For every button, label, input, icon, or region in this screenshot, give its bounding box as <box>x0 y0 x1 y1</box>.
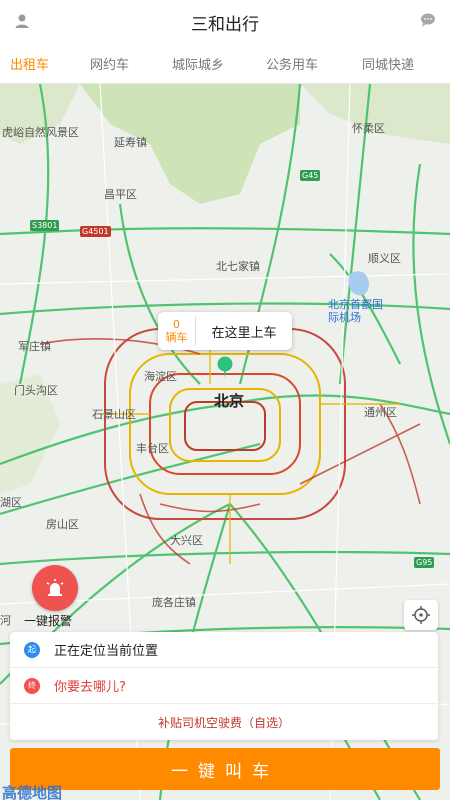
map-label-mentougou: 门头沟区 <box>14 384 58 397</box>
map-label-pangge: 庞各庄镇 <box>152 596 196 609</box>
road-badge-g45: G45 <box>300 170 321 181</box>
map-label-fangshan: 房山区 <box>46 518 79 531</box>
end-badge: 终 <box>24 677 40 694</box>
alarm-button[interactable] <box>32 565 78 611</box>
car-count-number: 0 <box>173 318 180 331</box>
location-pin-icon <box>217 356 233 378</box>
alarm-label[interactable]: 一键报警 <box>24 612 72 629</box>
car-count: 0 辆车 <box>158 317 196 345</box>
car-count-unit: 辆车 <box>165 331 188 344</box>
map-label-fengtai: 丰台区 <box>136 442 169 455</box>
user-icon[interactable] <box>14 13 30 29</box>
start-location-row[interactable]: 起 正在定位当前位置 <box>10 632 438 668</box>
pickup-bubble[interactable]: 0 辆车 在这里上车 <box>158 312 292 350</box>
destination-row[interactable]: 终 你要去哪儿? <box>10 668 438 704</box>
road-badge-g4501: G4501 <box>80 226 111 237</box>
route-card: 起 正在定位当前位置 终 你要去哪儿? 补贴司机空驶费（自选） <box>10 632 438 740</box>
pickup-here-label[interactable]: 在这里上车 <box>196 322 292 341</box>
map-label-haidian: 海淀区 <box>144 370 177 383</box>
call-taxi-button[interactable]: 一键叫车 <box>10 748 440 790</box>
tab-ride-hailing[interactable]: 网约车 <box>90 54 129 73</box>
tab-city-express[interactable]: 同城快递 <box>362 54 414 73</box>
chat-icon[interactable] <box>420 12 436 28</box>
map-label-tongzhou: 通州区 <box>364 406 397 419</box>
start-badge: 起 <box>24 641 40 658</box>
map-label-wangzhuang: 军庄镇 <box>18 340 51 353</box>
destination-text: 你要去哪儿? <box>54 680 126 695</box>
map-label-beijing: 北京 <box>214 392 245 410</box>
road-badge-s3801: S3801 <box>30 220 60 231</box>
map-label-beiqijia: 北七家镇 <box>216 260 260 273</box>
map-label-yanshou: 延寿镇 <box>114 136 147 149</box>
start-location-text: 正在定位当前位置 <box>54 644 159 659</box>
locate-button[interactable] <box>404 600 438 630</box>
alarm-icon <box>46 579 64 596</box>
tab-intercity[interactable]: 城际城乡 <box>172 54 224 73</box>
page-title: 三和出行 <box>191 14 259 35</box>
map-label-huyu: 虎峪自然风景区 <box>2 126 79 139</box>
tab-taxi[interactable]: 出租车 <box>10 54 49 73</box>
map-label-daxing: 大兴区 <box>170 534 203 547</box>
amap-logo: 高德地图 <box>2 784 63 800</box>
map-label-airport: 北京首都国际机场 <box>328 298 383 324</box>
service-tabs: 出租车 网约车 城际城乡 公务用车 同城快递 <box>0 44 450 84</box>
map-label-huairou: 怀柔区 <box>352 122 385 135</box>
app-header: 三和出行 <box>0 0 450 44</box>
map-label-shijingshan: 石景山区 <box>92 408 136 421</box>
subsidy-fee-row[interactable]: 补贴司机空驶费（自选） <box>10 704 438 740</box>
tab-official-car[interactable]: 公务用车 <box>266 54 318 73</box>
map-label-shunyi: 顺义区 <box>368 252 401 265</box>
locate-icon <box>412 606 430 624</box>
map-label-he: 河 <box>0 614 11 627</box>
map-label-hu: 湖区 <box>0 496 22 509</box>
subsidy-fee-text: 补贴司机空驶费（自选） <box>157 715 290 730</box>
road-badge-g95: G95 <box>414 557 435 568</box>
map-label-changping: 昌平区 <box>104 188 137 201</box>
